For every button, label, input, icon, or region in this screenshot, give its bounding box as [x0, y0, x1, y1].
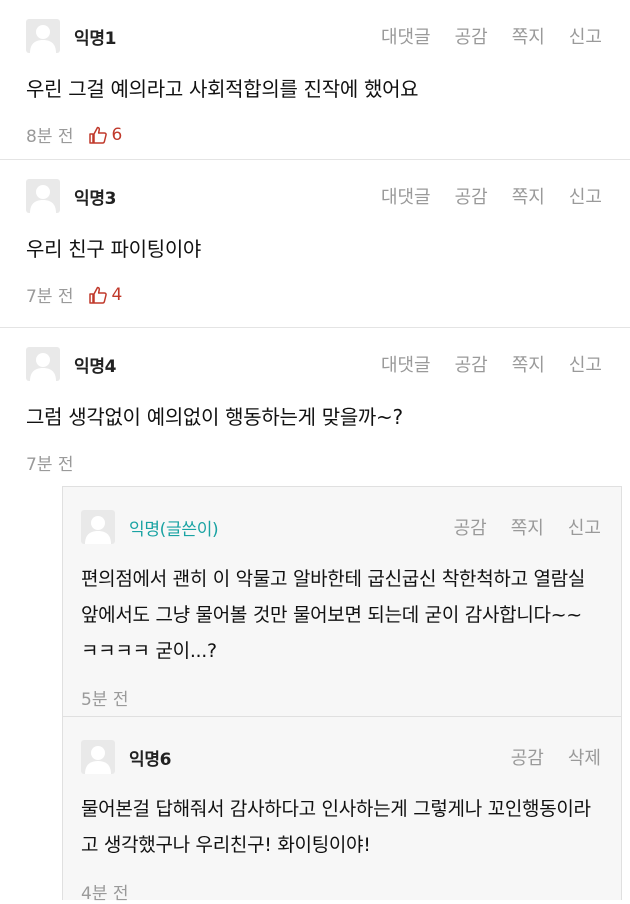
- comment-header: 익명4 대댓글 공감 쪽지 신고: [26, 344, 602, 384]
- reply-actions: 공감 쪽지 신고: [454, 514, 601, 540]
- reply-text: 편의점에서 괜히 이 악물고 알바한테 굽신굽신 착한척하고 열람실 앞에서도 …: [81, 568, 586, 662]
- author-name: 익명6: [129, 749, 172, 770]
- avatar-icon: [26, 347, 60, 381]
- reply-header: 익명(글쓴이) 공감 쪽지 신고: [81, 507, 601, 547]
- author-name: 익명(글쓴이): [129, 519, 219, 540]
- reply-text: 물어본걸 답해줘서 감사하다고 인사하는게 그렇게나 꼬인행동이라고 생각했구나…: [81, 798, 591, 856]
- comment-item: 익명1 대댓글 공감 쪽지 신고 우린 그걸 예의라고 사회적합의를 진작에 했…: [0, 0, 630, 160]
- like-button[interactable]: 공감: [455, 23, 488, 49]
- reply-item: 익명(글쓴이) 공감 쪽지 신고 편의점에서 괜히 이 악물고 알바한테 굽신굽…: [63, 487, 621, 717]
- like-button[interactable]: 공감: [455, 183, 488, 209]
- like-count[interactable]: 4: [88, 284, 123, 305]
- comment-text: 그럼 생각없이 예의없이 행동하는게 맞을까~?: [26, 405, 403, 429]
- reply-meta: 5분 전: [81, 685, 601, 710]
- message-button[interactable]: 쪽지: [512, 183, 545, 209]
- reply-actions: 공감 삭제: [511, 744, 601, 770]
- reply-thread: 익명(글쓴이) 공감 쪽지 신고 편의점에서 괜히 이 악물고 알바한테 굽신굽…: [62, 486, 622, 904]
- comment-meta: 8분 전 6: [26, 122, 602, 148]
- comment-header: 익명3 대댓글 공감 쪽지 신고: [26, 176, 602, 216]
- reply-time: 4분 전: [81, 884, 129, 904]
- like-count-value: 4: [111, 284, 123, 305]
- comment-meta: 7분 전: [26, 450, 602, 475]
- thumbs-up-icon: [88, 286, 107, 304]
- reply-button[interactable]: 대댓글: [381, 351, 431, 377]
- reply-header: 익명6 공감 삭제: [81, 737, 601, 777]
- delete-button[interactable]: 삭제: [568, 744, 601, 770]
- author-name: 익명4: [74, 356, 117, 377]
- thumbs-up-icon: [88, 126, 107, 144]
- reply-button[interactable]: 대댓글: [381, 183, 431, 209]
- comment-actions: 대댓글 공감 쪽지 신고: [381, 23, 602, 49]
- author-name: 익명1: [74, 28, 117, 49]
- reply-item: 익명6 공감 삭제 물어본걸 답해줘서 감사하다고 인사하는게 그렇게나 꼬인행…: [63, 717, 621, 904]
- comment-time: 7분 전: [26, 455, 74, 475]
- like-count[interactable]: 6: [88, 124, 123, 145]
- like-button[interactable]: 공감: [454, 514, 487, 540]
- message-button[interactable]: 쪽지: [512, 23, 545, 49]
- like-button[interactable]: 공감: [511, 744, 544, 770]
- like-button[interactable]: 공감: [455, 351, 488, 377]
- author-name: 익명3: [74, 188, 117, 209]
- comment-header: 익명1 대댓글 공감 쪽지 신고: [26, 16, 602, 56]
- report-button[interactable]: 신고: [569, 351, 602, 377]
- message-button[interactable]: 쪽지: [512, 351, 545, 377]
- avatar-icon: [26, 19, 60, 53]
- comment-item: 익명3 대댓글 공감 쪽지 신고 우리 친구 파이팅이야 7분 전 4: [0, 160, 630, 328]
- message-button[interactable]: 쪽지: [511, 514, 544, 540]
- comment-time: 7분 전: [26, 287, 74, 307]
- comment-text: 우린 그걸 예의라고 사회적합의를 진작에 했어요: [26, 77, 419, 101]
- comment-actions: 대댓글 공감 쪽지 신고: [381, 183, 602, 209]
- comment-meta: 7분 전 4: [26, 282, 602, 308]
- reply-button[interactable]: 대댓글: [381, 23, 431, 49]
- avatar-icon: [81, 740, 115, 774]
- reply-time: 5분 전: [81, 690, 129, 710]
- report-button[interactable]: 신고: [569, 183, 602, 209]
- comment-text: 우리 친구 파이팅이야: [26, 237, 202, 261]
- comment-time: 8분 전: [26, 127, 74, 147]
- avatar-icon: [26, 179, 60, 213]
- reply-meta: 4분 전: [81, 879, 601, 904]
- report-button[interactable]: 신고: [568, 514, 601, 540]
- report-button[interactable]: 신고: [569, 23, 602, 49]
- like-count-value: 6: [111, 124, 123, 145]
- avatar-icon: [81, 510, 115, 544]
- comment-item: 익명4 대댓글 공감 쪽지 신고 그럼 생각없이 예의없이 행동하는게 맞을까~…: [0, 328, 630, 484]
- comment-actions: 대댓글 공감 쪽지 신고: [381, 351, 602, 377]
